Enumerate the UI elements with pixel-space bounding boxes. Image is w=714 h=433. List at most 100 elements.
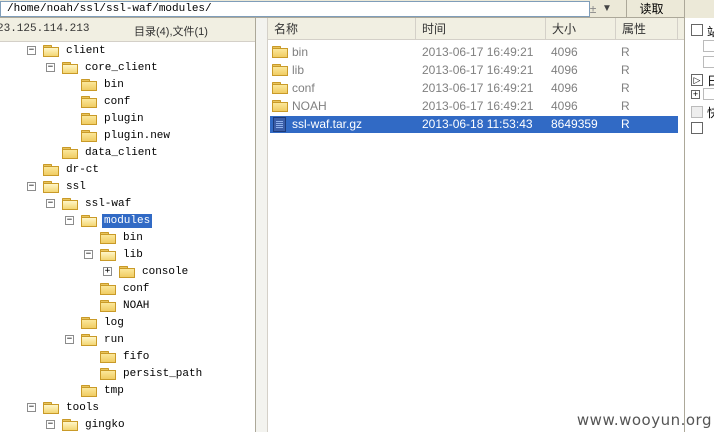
file-attr: R — [621, 63, 630, 77]
folder-icon — [81, 112, 97, 125]
collapse-icon[interactable]: − — [84, 250, 93, 259]
file-name: lib — [292, 63, 305, 77]
tree-item[interactable]: − ssl-waf — [46, 195, 133, 212]
tree-item[interactable]: + console — [103, 263, 190, 280]
file-row[interactable]: ssl-waf.tar.gz 2013-06-18 11:53:43 8649359… — [270, 116, 678, 133]
folder-icon — [100, 248, 116, 261]
side-checkbox-1[interactable] — [691, 24, 703, 36]
trash-icon[interactable] — [691, 106, 703, 118]
tree-item[interactable]: − ssl — [27, 178, 88, 195]
file-size: 4096 — [551, 63, 578, 77]
folder-icon — [43, 163, 59, 176]
tree-item[interactable]: − client — [27, 42, 108, 59]
side-checkbox-5[interactable] — [691, 122, 703, 134]
tree-item[interactable]: − core_client — [46, 59, 160, 76]
tree-item-label: conf — [104, 95, 131, 108]
folder-icon — [100, 350, 116, 363]
folder-icon — [81, 384, 97, 397]
tree-item[interactable]: − tools — [27, 399, 101, 416]
tree-item-label: dr-ct — [66, 163, 100, 176]
collapse-icon[interactable]: − — [27, 403, 36, 412]
collapse-icon[interactable]: − — [65, 216, 74, 225]
column-name-header[interactable]: 名称 — [268, 18, 416, 40]
file-attr: R — [621, 99, 630, 113]
tree-item-label: bin — [123, 231, 143, 244]
tree-item[interactable]: dr-ct — [27, 161, 101, 178]
column-attr-header[interactable]: 属性 — [616, 18, 678, 40]
collapse-icon[interactable]: − — [27, 46, 36, 55]
file-attr: R — [621, 81, 630, 95]
tree-item-label: plugin.new — [104, 129, 171, 142]
tree-item[interactable]: − gingko — [46, 416, 127, 433]
tree-item[interactable]: conf — [65, 93, 132, 110]
tree-item[interactable]: bin — [84, 229, 145, 246]
side-label-3: 快 — [707, 106, 714, 120]
file-row[interactable]: bin 2013-06-17 16:49:21 4096 R — [270, 44, 678, 61]
folder-icon — [43, 180, 59, 193]
tree-item[interactable]: − lib — [84, 246, 145, 263]
side-checkbox-3[interactable] — [703, 56, 714, 68]
column-size-header[interactable]: 大小 — [546, 18, 616, 40]
tree-item[interactable]: bin — [65, 76, 126, 93]
folder-icon — [100, 299, 116, 312]
file-time: 2013-06-17 16:49:21 — [422, 81, 534, 95]
play-icon[interactable]: ▷ — [691, 74, 703, 86]
tree-item[interactable]: NOAH — [84, 297, 151, 314]
tree-item-label: data_client — [85, 146, 158, 159]
side-panel: 站 ▷ 日 + 快 — [684, 18, 714, 432]
file-row[interactable]: conf 2013-06-17 16:49:21 4096 R — [270, 80, 678, 97]
folder-icon — [272, 82, 288, 94]
folder-icon — [62, 146, 78, 159]
tree-item[interactable]: tmp — [65, 382, 126, 399]
tree-item[interactable]: log — [65, 314, 126, 331]
folder-icon — [272, 100, 288, 112]
collapse-icon[interactable]: − — [46, 63, 55, 72]
tree-item[interactable]: persist_path — [84, 365, 204, 382]
tree-item-label: fifo — [123, 350, 150, 363]
folder-icon — [100, 282, 116, 295]
folder-icon — [81, 316, 97, 329]
tree-item-label: bin — [104, 78, 124, 91]
file-time: 2013-06-18 11:53:43 — [422, 117, 533, 131]
collapse-icon[interactable]: − — [27, 182, 36, 191]
folder-icon — [272, 64, 288, 76]
folder-icon — [43, 401, 59, 414]
tree-item[interactable]: plugin.new — [65, 127, 172, 144]
side-checkbox-2[interactable] — [703, 40, 714, 52]
expand-icon[interactable]: + — [103, 267, 112, 276]
file-time: 2013-06-17 16:49:21 — [422, 63, 534, 77]
tree-item[interactable]: data_client — [46, 144, 160, 161]
tree-item[interactable]: − run — [65, 331, 126, 348]
host-address: 23.125.114.213 — [0, 23, 90, 35]
tree-item-label: plugin — [104, 112, 144, 125]
tree-item[interactable]: conf — [84, 280, 151, 297]
file-time: 2013-06-17 16:49:21 — [422, 45, 534, 59]
tree-header: 23.125.114.213 目录(4),文件(1) — [0, 18, 255, 42]
collapse-icon[interactable]: − — [65, 335, 74, 344]
file-name: bin — [292, 45, 309, 59]
file-row[interactable]: lib 2013-06-17 16:49:21 4096 R — [270, 62, 678, 79]
tree-item[interactable]: plugin — [65, 110, 146, 127]
collapse-icon[interactable]: − — [46, 199, 55, 208]
side-checkbox-4[interactable] — [703, 88, 714, 100]
file-row[interactable]: NOAH 2013-06-17 16:49:21 4096 R — [270, 98, 678, 115]
side-expander[interactable]: + — [691, 90, 700, 99]
path-input[interactable]: /home/noah/ssl/ssl-waf/modules/ — [0, 1, 590, 17]
tree-item[interactable]: − modules — [65, 212, 153, 229]
column-time-header[interactable]: 时间 — [416, 18, 546, 40]
folder-icon — [100, 231, 116, 244]
tree-scrollbar[interactable] — [256, 18, 268, 432]
collapse-icon[interactable]: − — [46, 420, 55, 429]
folder-icon — [62, 61, 78, 74]
read-button[interactable]: 读取 — [626, 0, 676, 18]
tree-item[interactable]: fifo — [84, 348, 151, 365]
add-path-button[interactable]: ± — [586, 1, 600, 17]
folder-icon — [100, 367, 116, 380]
path-dropdown-icon[interactable]: ▼ — [600, 1, 614, 17]
